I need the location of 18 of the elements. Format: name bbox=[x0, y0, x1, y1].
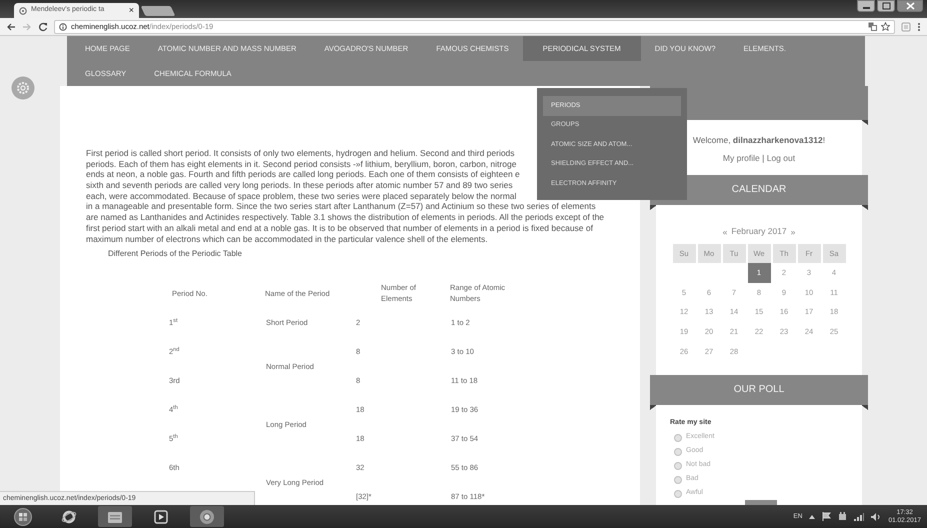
table-caption: Different Periods of the Periodic Table bbox=[108, 248, 244, 260]
welcome-text: Welcome, dilnazzharkenova1312! bbox=[692, 134, 826, 147]
paragraph-line: periods. Each of them has eight elements in it. Second period consists -»f lithium, beryllium, boron, carbon, nitroge bbox=[86, 158, 516, 170]
profile-link[interactable]: My profile bbox=[722, 152, 760, 163]
tab-close-button[interactable]: × bbox=[128, 6, 134, 15]
paragraph-line: in a manageable and presentable form. Since the two series start after Lanthanum (Z=57) and Actinium so these two series of elements bbox=[86, 201, 596, 212]
paragraph-line: each, were accommodated. Because of space problem, these two series were placed separately below the normal bbox=[86, 190, 516, 202]
paragraph-line: are named as Lanthanides and Actinides respectively. Table 3.1 shows the distribution of elements in periods. All the periods except of the bbox=[86, 212, 604, 223]
paragraph-line: sixth and seventh periods are called very long periods. In these periods after atomic number 57 and 89 two series bbox=[86, 180, 513, 191]
previous-month-button[interactable]: « bbox=[722, 225, 728, 239]
paragraph-line: maximum number of electrons which can be accommodated in the particular valence shell of the elements. bbox=[86, 234, 488, 244]
paragraph-line: First period is called short period. It consists of only two elements, hydrogen and helium. Second and third periods bbox=[86, 148, 515, 159]
month-title: February 2017 bbox=[731, 225, 787, 238]
next-month-button[interactable]: » bbox=[790, 225, 796, 239]
paragraph-line: ends at neon, a noble gas. Fourth and fifth periods are called long periods. Each one of them consists of eighteen e bbox=[86, 169, 520, 180]
paragraph-line: first period start with an alkali metal and end at a noble gas. It is to be observed that number of elements in a period is fixed because of bbox=[86, 222, 593, 234]
link-separator: | bbox=[762, 152, 764, 163]
logout-link[interactable]: Log out bbox=[766, 152, 796, 163]
